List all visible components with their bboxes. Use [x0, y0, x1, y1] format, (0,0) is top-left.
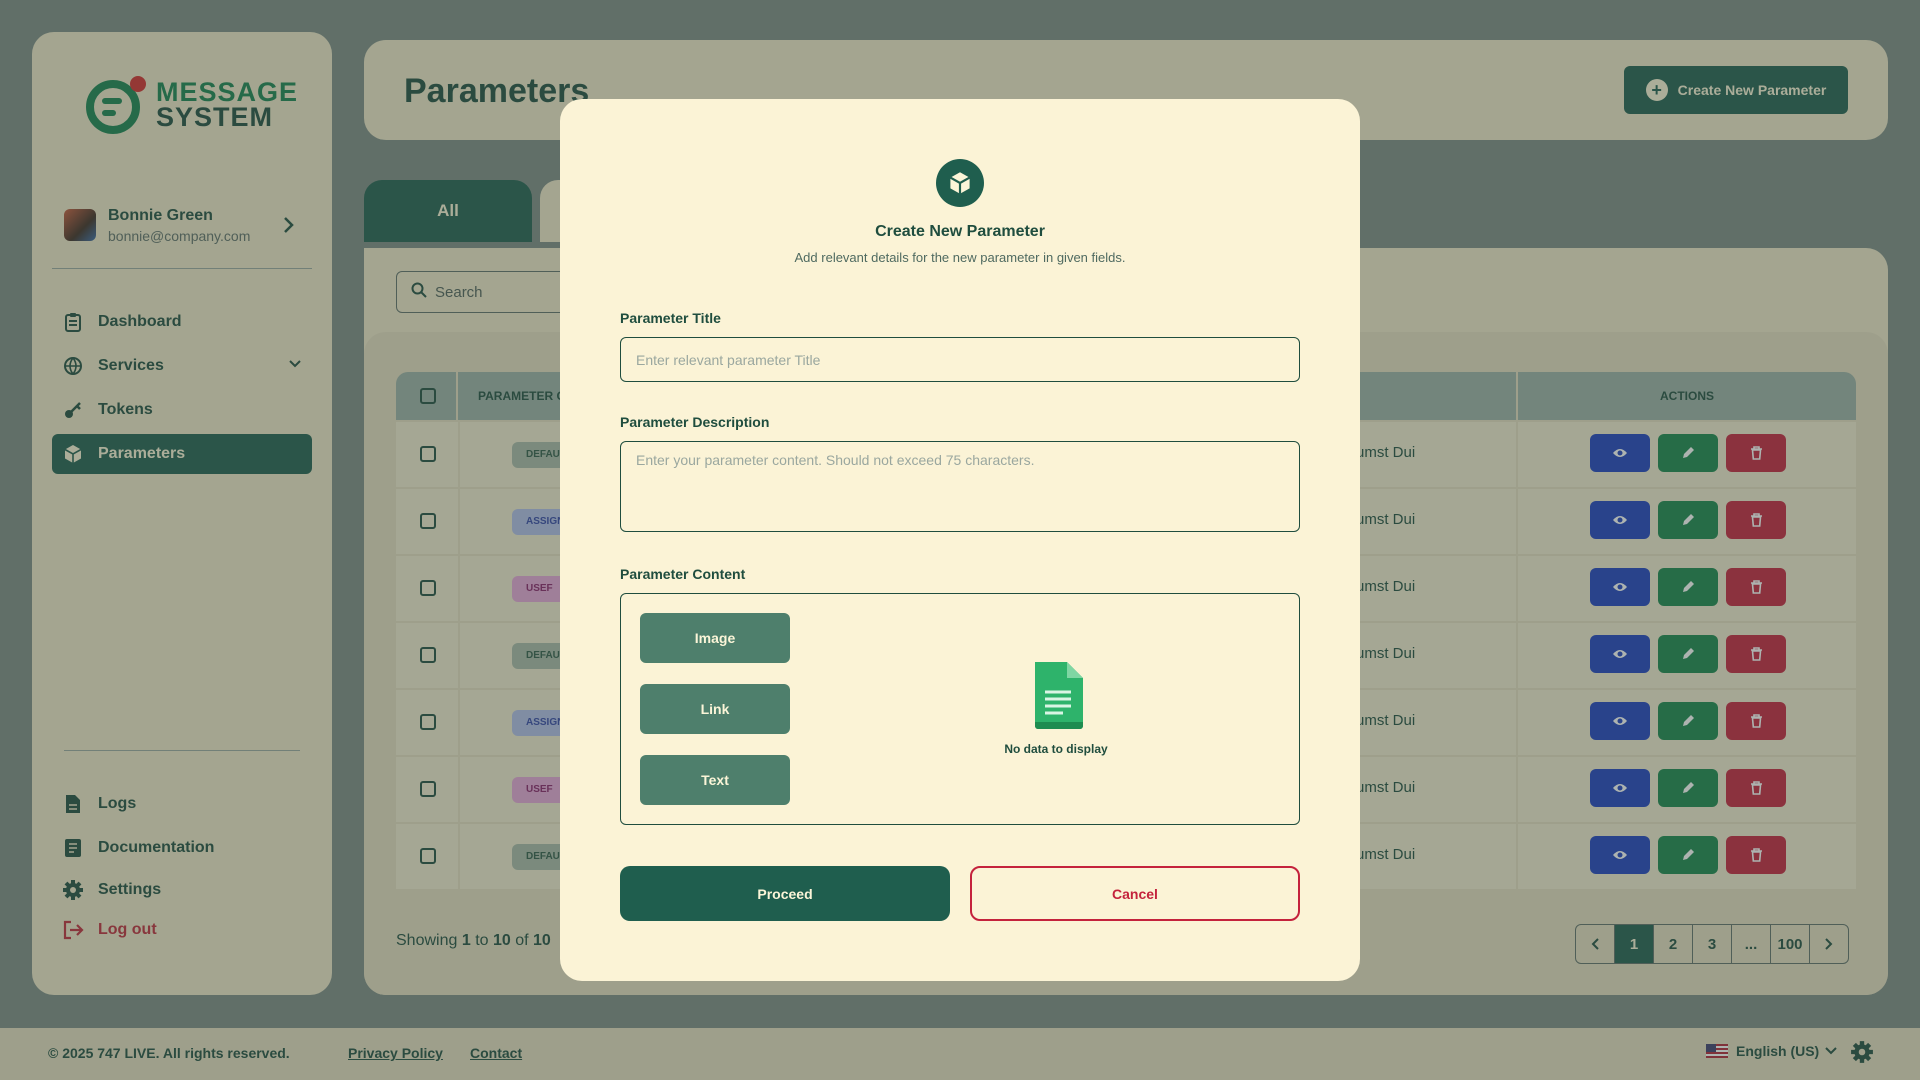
parameter-description-label: Parameter Description: [620, 414, 770, 430]
content-type-link-button[interactable]: Link: [640, 684, 790, 734]
document-icon: [1029, 660, 1085, 735]
empty-state-text: No data to display: [1004, 742, 1108, 756]
proceed-button[interactable]: Proceed: [620, 866, 950, 921]
modal-subtitle: Add relevant details for the new paramet…: [794, 250, 1126, 265]
content-type-image-button[interactable]: Image: [640, 613, 790, 663]
modal-title: Create New Parameter: [875, 223, 1045, 240]
cancel-button[interactable]: Cancel: [970, 866, 1300, 921]
parameter-title-label: Parameter Title: [620, 310, 721, 326]
content-type-text-button[interactable]: Text: [640, 755, 790, 805]
create-parameter-modal: Create New Parameter Add relevant detail…: [560, 99, 1360, 981]
cube-icon: [936, 159, 984, 207]
parameter-title-input[interactable]: [620, 337, 1300, 382]
parameter-description-input[interactable]: [620, 441, 1300, 532]
parameter-content-label: Parameter Content: [620, 566, 746, 582]
parameter-content-box: Image Link Text No data to display: [620, 593, 1300, 825]
